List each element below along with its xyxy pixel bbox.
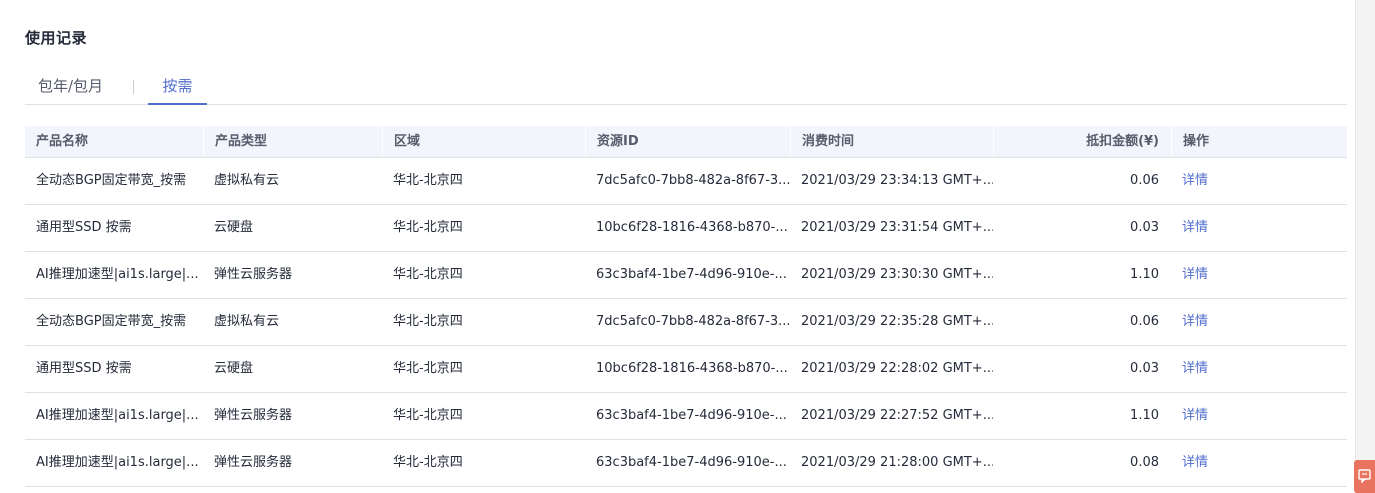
cell-resource-id: 63c3baf4-1be7-4d96-910e-... <box>596 267 787 282</box>
cell-product-type: 弹性云服务器 <box>214 455 293 470</box>
header-resource-id: 资源ID <box>585 126 790 157</box>
cell-consume-time: 2021/03/29 23:31:54 GMT+... <box>801 220 993 235</box>
header-product-type: 产品类型 <box>203 126 382 157</box>
cell-product-type: 云硬盘 <box>214 361 254 376</box>
cell-resource-id: 63c3baf4-1be7-4d96-910e-... <box>596 455 787 470</box>
header-product-name: 产品名称 <box>36 134 89 149</box>
cell-product-name: 全动态BGP固定带宽_按需 <box>36 173 187 188</box>
cell-resource-id: 63c3baf4-1be7-4d96-910e-... <box>596 408 787 423</box>
cell-deduct-amount: 0.03 <box>1130 220 1159 235</box>
table-row: 通用型SSD 按需 云硬盘 华北-北京四 10bc6f28-1816-4368-b87… <box>25 346 1347 393</box>
cell-region: 华北-北京四 <box>393 173 463 188</box>
detail-link[interactable]: 详情 <box>1182 267 1208 282</box>
cell-product-name: AI推理加速型|ai1s.large|... <box>36 455 199 470</box>
cell-product-type: 弹性云服务器 <box>214 408 293 423</box>
cell-deduct-amount: 1.10 <box>1130 408 1159 423</box>
feedback-button[interactable] <box>1354 460 1375 493</box>
detail-link[interactable]: 详情 <box>1182 361 1208 376</box>
page-scrollbar[interactable] <box>1355 0 1375 493</box>
cell-resource-id: 10bc6f28-1816-4368-b870-... <box>596 361 788 376</box>
detail-link[interactable]: 详情 <box>1182 314 1208 329</box>
cell-consume-time: 2021/03/29 21:28:00 GMT+... <box>801 455 993 470</box>
header-actions: 操作 <box>1171 126 1347 157</box>
cell-region: 华北-北京四 <box>393 455 463 470</box>
cell-region: 华北-北京四 <box>393 361 463 376</box>
cell-product-name: 通用型SSD 按需 <box>36 361 132 376</box>
tab-yearly-monthly[interactable]: 包年/包月 <box>38 74 103 103</box>
cell-region: 华北-北京四 <box>393 314 463 329</box>
feedback-icon <box>1358 469 1371 483</box>
tab-on-demand[interactable]: 按需 <box>148 74 207 105</box>
cell-region: 华北-北京四 <box>393 267 463 282</box>
cell-product-type: 虚拟私有云 <box>214 173 280 188</box>
cell-product-type: 虚拟私有云 <box>214 314 280 329</box>
table-row: 全动态BGP固定带宽_按需 虚拟私有云 华北-北京四 7dc5afc0-7bb8-48… <box>25 158 1347 205</box>
cell-detail-link: 详情 <box>1171 158 1347 204</box>
cell-resource-id: 10bc6f28-1816-4368-b870-... <box>596 220 788 235</box>
cell-detail-link: 详情 <box>1171 393 1347 439</box>
table-header: 产品名称 产品类型 区域 资源ID 消费时间 抵扣金额(¥) 操作 <box>25 126 1347 158</box>
cell-product-name: 全动态BGP固定带宽_按需 <box>36 314 187 329</box>
header-region: 区域 <box>382 126 585 157</box>
detail-link[interactable]: 详情 <box>1182 455 1208 470</box>
cell-product-name: AI推理加速型|ai1s.large|... <box>36 267 199 282</box>
cell-consume-time: 2021/03/29 23:34:13 GMT+... <box>801 173 993 188</box>
cell-deduct-amount: 0.08 <box>1130 455 1159 470</box>
cell-consume-time: 2021/03/29 22:28:02 GMT+... <box>801 361 993 376</box>
table-body: 全动态BGP固定带宽_按需 虚拟私有云 华北-北京四 7dc5afc0-7bb8-48… <box>25 158 1347 487</box>
cell-product-name: AI推理加速型|ai1s.large|... <box>36 408 199 423</box>
tab-bar: 包年/包月 按需 <box>25 74 1347 105</box>
header-deduct-amount: 抵扣金额(¥) <box>993 126 1171 157</box>
page: 使用记录 包年/包月 按需 产品名称 产品类型 区域 资源ID 消费时间 抵扣金… <box>0 0 1375 493</box>
table-row: AI推理加速型|ai1s.large|... 弹性云服务器 华北-北京四 63c3ba… <box>25 393 1347 440</box>
table-row: 全动态BGP固定带宽_按需 虚拟私有云 华北-北京四 7dc5afc0-7bb8-48… <box>25 299 1347 346</box>
cell-deduct-amount: 0.06 <box>1130 314 1159 329</box>
cell-detail-link: 详情 <box>1171 346 1347 392</box>
tab-divider <box>133 80 134 94</box>
cell-product-type: 云硬盘 <box>214 220 254 235</box>
detail-link[interactable]: 详情 <box>1182 408 1208 423</box>
table-row: AI推理加速型|ai1s.large|... 弹性云服务器 华北-北京四 63c3ba… <box>25 440 1347 487</box>
header-consume-time: 消费时间 <box>790 126 993 157</box>
cell-deduct-amount: 1.10 <box>1130 267 1159 282</box>
cell-detail-link: 详情 <box>1171 440 1347 486</box>
cell-product-type: 弹性云服务器 <box>214 267 293 282</box>
cell-consume-time: 2021/03/29 22:27:52 GMT+... <box>801 408 993 423</box>
cell-resource-id: 7dc5afc0-7bb8-482a-8f67-3... <box>596 314 790 329</box>
cell-detail-link: 详情 <box>1171 252 1347 298</box>
cell-consume-time: 2021/03/29 22:35:28 GMT+... <box>801 314 993 329</box>
usage-table: 产品名称 产品类型 区域 资源ID 消费时间 抵扣金额(¥) 操作 全动态BGP… <box>25 126 1347 487</box>
cell-resource-id: 7dc5afc0-7bb8-482a-8f67-3... <box>596 173 790 188</box>
cell-region: 华北-北京四 <box>393 408 463 423</box>
cell-detail-link: 详情 <box>1171 299 1347 345</box>
detail-link[interactable]: 详情 <box>1182 220 1208 235</box>
cell-product-name: 通用型SSD 按需 <box>36 220 132 235</box>
cell-deduct-amount: 0.06 <box>1130 173 1159 188</box>
table-row: AI推理加速型|ai1s.large|... 弹性云服务器 华北-北京四 63c3ba… <box>25 252 1347 299</box>
usage-records-panel: 使用记录 包年/包月 按需 产品名称 产品类型 区域 资源ID 消费时间 抵扣金… <box>0 0 1355 493</box>
cell-deduct-amount: 0.03 <box>1130 361 1159 376</box>
cell-region: 华北-北京四 <box>393 220 463 235</box>
cell-consume-time: 2021/03/29 23:30:30 GMT+... <box>801 267 993 282</box>
table-row: 通用型SSD 按需 云硬盘 华北-北京四 10bc6f28-1816-4368-b87… <box>25 205 1347 252</box>
section-title: 使用记录 <box>25 29 88 47</box>
detail-link[interactable]: 详情 <box>1182 173 1208 188</box>
cell-detail-link: 详情 <box>1171 205 1347 251</box>
